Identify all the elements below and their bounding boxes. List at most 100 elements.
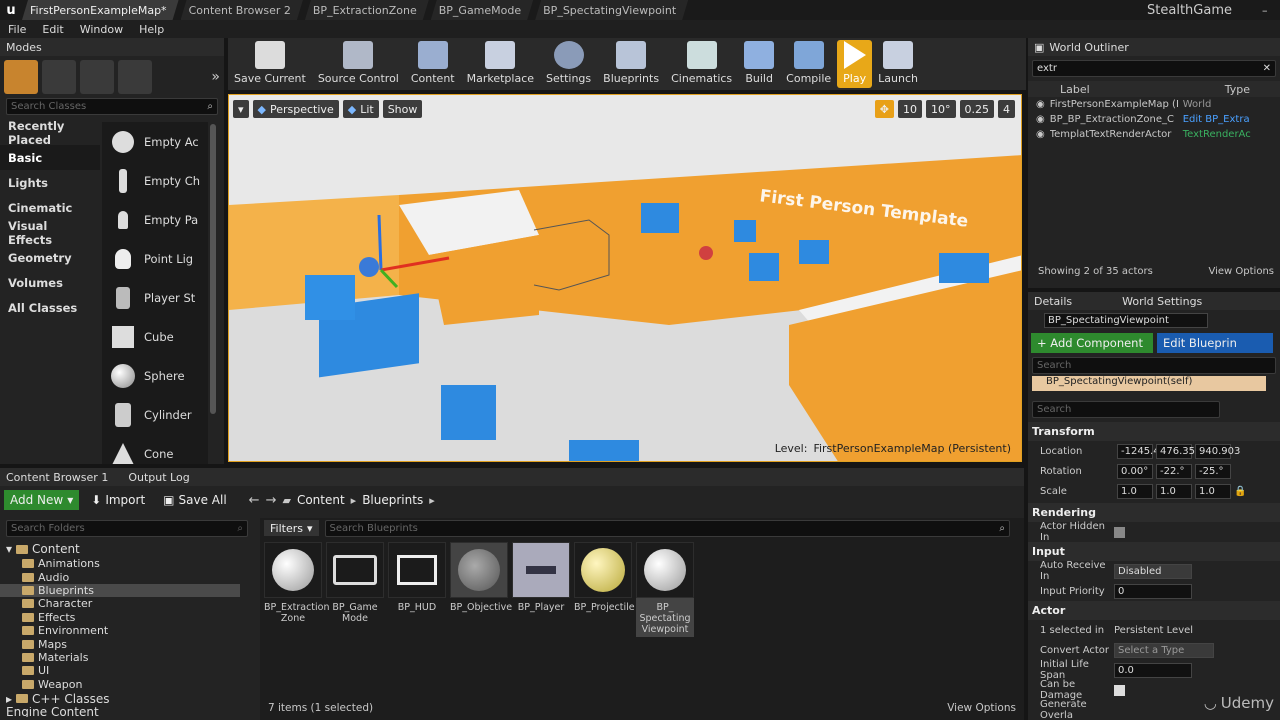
import-button[interactable]: ⬇ Import [85, 490, 151, 510]
forward-arrow-icon[interactable]: → [266, 493, 277, 508]
view-options-button[interactable]: View Options [947, 702, 1016, 714]
search-blueprints-input[interactable]: Search Blueprints ⌕ [324, 519, 1010, 537]
cat-lights[interactable]: Lights [0, 170, 100, 195]
close-icon[interactable]: ✕ [1263, 63, 1271, 74]
asset-tile[interactable]: BP_Objective [450, 542, 512, 613]
place-item[interactable]: Cube [102, 317, 208, 356]
place-item[interactable]: Sphere [102, 356, 208, 395]
outliner-row[interactable]: ◉ TemplatTextRenderActor TextRenderAc [1028, 127, 1280, 142]
launch-button[interactable]: Launch [872, 40, 924, 88]
outliner-row[interactable]: ◉ FirstPersonExampleMap (Ed World [1028, 97, 1280, 112]
tab-level[interactable]: FirstPersonExampleMap* [22, 0, 179, 20]
edit-blueprint-button[interactable]: Edit Blueprin [1157, 333, 1273, 353]
blueprints-button[interactable]: Blueprints [597, 40, 665, 88]
folder-item[interactable]: Animations [0, 557, 252, 570]
actor-name-field[interactable]: BP_SpectatingViewpoint [1044, 313, 1208, 328]
prop-label[interactable]: Location [1040, 446, 1114, 457]
cat-geometry[interactable]: Geometry [0, 245, 100, 270]
rotation-z[interactable]: -25.° [1195, 463, 1231, 479]
tab-details[interactable]: Details [1034, 295, 1072, 308]
cat-basic[interactable]: Basic [0, 145, 100, 170]
convert-select[interactable]: Select a Type [1114, 642, 1214, 658]
breadcrumb-content[interactable]: Content [297, 493, 345, 507]
place-item[interactable]: Player St [102, 278, 208, 317]
life-span-field[interactable]: 0.0 [1114, 662, 1192, 678]
component-search-input[interactable]: Search [1032, 357, 1276, 374]
filters-button[interactable]: Filters ▾ [264, 520, 319, 536]
tab-output-log[interactable]: Output Log [128, 471, 189, 484]
paint-mode-icon[interactable] [42, 60, 76, 94]
viewport-options-button[interactable]: ▾ [233, 100, 249, 118]
marketplace-button[interactable]: Marketplace [461, 40, 540, 88]
cat-all-classes[interactable]: All Classes [0, 295, 100, 320]
asset-tile[interactable]: BP_Game Mode [326, 542, 384, 624]
location-z[interactable]: 940.903 [1195, 443, 1240, 459]
eye-icon[interactable]: ◉ [1036, 129, 1045, 140]
translate-tool[interactable]: ✥ [874, 100, 894, 118]
cinematics-button[interactable]: Cinematics [665, 40, 738, 88]
transform-section[interactable]: Transform [1028, 422, 1280, 441]
details-search-input[interactable]: Search [1032, 401, 1220, 418]
play-button[interactable]: Play [837, 40, 873, 88]
self-component[interactable]: BP_SpectatingViewpoint(self) [1032, 376, 1266, 391]
save-current-button[interactable]: Save Current [228, 40, 312, 88]
col-type[interactable]: Type [1225, 83, 1250, 96]
priority-field[interactable]: 0 [1114, 583, 1192, 599]
grid-snap[interactable]: 10 [898, 100, 922, 118]
menu-edit[interactable]: Edit [42, 23, 63, 36]
place-item[interactable]: Empty Ch [102, 161, 208, 200]
scale-snap[interactable]: 0.25 [959, 100, 994, 118]
rendering-section[interactable]: Rendering [1028, 503, 1280, 522]
place-item[interactable]: Cylinder [102, 395, 208, 434]
row-type[interactable]: Edit BP_Extra [1183, 114, 1250, 125]
tab-bp-gamemode[interactable]: BP_GameMode [431, 0, 533, 20]
col-label[interactable]: Label [1060, 83, 1090, 96]
lock-icon[interactable]: 🔒 [1234, 486, 1246, 497]
lit-button[interactable]: ◆ Lit [342, 100, 379, 118]
location-x[interactable]: -1245.4 [1117, 443, 1160, 459]
rotation-y[interactable]: -22.° [1156, 463, 1192, 479]
cat-volumes[interactable]: Volumes [0, 270, 100, 295]
outliner-search-input[interactable]: extr ✕ [1032, 60, 1276, 77]
folder-item[interactable]: Weapon [0, 678, 252, 691]
outliner-row[interactable]: ◉ BP_BP_ExtractionZone_C Edit BP_Extra [1028, 112, 1280, 127]
asset-tile[interactable]: BP_Player [512, 542, 570, 613]
rotation-x[interactable]: 0.00° [1117, 463, 1153, 479]
menu-help[interactable]: Help [139, 23, 164, 36]
prop-label[interactable]: Scale [1040, 486, 1114, 497]
camera-speed[interactable]: 4 [998, 100, 1015, 118]
source-control-button[interactable]: Source Control [312, 40, 405, 88]
cat-visual-effects[interactable]: Visual Effects [0, 219, 100, 247]
prop-label[interactable]: Rotation [1040, 466, 1114, 477]
compile-button[interactable]: Compile [780, 40, 837, 88]
folder-root[interactable]: ▾ Content [0, 541, 252, 557]
folder-item[interactable]: Materials [0, 651, 252, 664]
place-item[interactable]: Cone [102, 434, 208, 464]
place-item[interactable]: Empty Pa [102, 200, 208, 239]
location-y[interactable]: 476.352 [1156, 443, 1201, 459]
search-classes-input[interactable]: Search Classes ⌕ [6, 98, 218, 115]
settings-button[interactable]: Settings [540, 40, 597, 88]
auto-receive-select[interactable]: Disabled [1114, 563, 1192, 579]
tab-bp-extraction[interactable]: BP_ExtractionZone [305, 0, 429, 20]
folder-item[interactable]: Maps [0, 637, 252, 651]
scale-z[interactable]: 1.0 [1195, 483, 1231, 499]
eye-icon[interactable]: ◉ [1036, 114, 1045, 125]
tab-content-browser-2[interactable]: Content Browser 2 [181, 0, 303, 20]
viewport[interactable]: ▾ ◆ Perspective ◆ Lit Show ✥ 10 10° 0.25 4… [228, 94, 1022, 462]
menu-file[interactable]: File [8, 23, 26, 36]
folder-cpp[interactable]: ▸ C++ Classes [0, 691, 252, 707]
back-arrow-icon[interactable]: ← [249, 493, 260, 508]
view-options-button[interactable]: View Options [1209, 266, 1275, 277]
folder-item[interactable]: Environment [0, 624, 252, 637]
tab-bp-spectating[interactable]: BP_SpectatingViewpoint [535, 0, 688, 20]
folder-item[interactable]: Effects [0, 611, 252, 624]
search-folders-input[interactable]: Search Folders ⌕ [6, 520, 248, 537]
minimize-icon[interactable]: – [1262, 4, 1280, 17]
landscape-mode-icon[interactable] [80, 60, 114, 94]
tab-content-browser-1[interactable]: Content Browser 1 [6, 471, 108, 484]
content-button[interactable]: Content [405, 40, 461, 88]
eye-icon[interactable]: ◉ [1036, 99, 1045, 110]
damaged-checkbox[interactable] [1114, 684, 1125, 696]
add-component-button[interactable]: + Add Component [1031, 333, 1153, 353]
